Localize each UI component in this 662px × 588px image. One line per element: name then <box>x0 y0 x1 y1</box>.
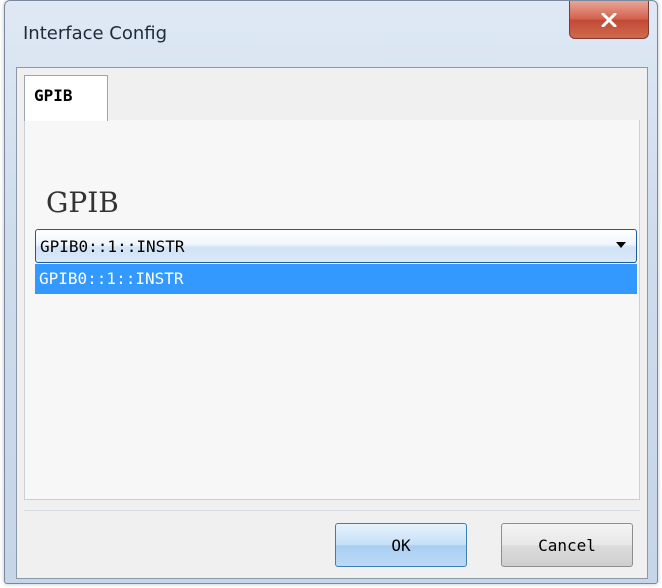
close-button[interactable] <box>569 1 649 39</box>
tab-panel <box>24 120 640 500</box>
gpib-address-combobox[interactable]: GPIB0::1::INSTR <box>35 229 637 263</box>
tab-gpib-label: GPIB <box>34 86 73 105</box>
combobox-selected-value: GPIB0::1::INSTR <box>40 237 185 256</box>
footer-divider <box>24 510 640 511</box>
dropdown-option[interactable]: GPIB0::1::INSTR <box>39 269 184 288</box>
close-x-icon <box>601 12 617 27</box>
dropdown-list: GPIB0::1::INSTR <box>35 264 637 294</box>
chevron-down-icon[interactable] <box>616 242 626 249</box>
tab-strip: GPIB <box>17 68 647 121</box>
dialog-client-area: GPIB GPIB GPIB0::1::INSTR GPIB0::1::INST… <box>16 67 648 579</box>
dialog-window: Interface Config GPIB GPIB GPIB0::1::INS… <box>4 0 658 584</box>
window-title: Interface Config <box>23 23 168 44</box>
title-bar[interactable]: Interface Config <box>5 1 657 67</box>
cancel-button[interactable]: Cancel <box>501 523 633 567</box>
tab-gpib[interactable]: GPIB <box>24 75 108 121</box>
ok-button[interactable]: OK <box>335 523 467 567</box>
gpib-section-label: GPIB <box>46 186 119 219</box>
